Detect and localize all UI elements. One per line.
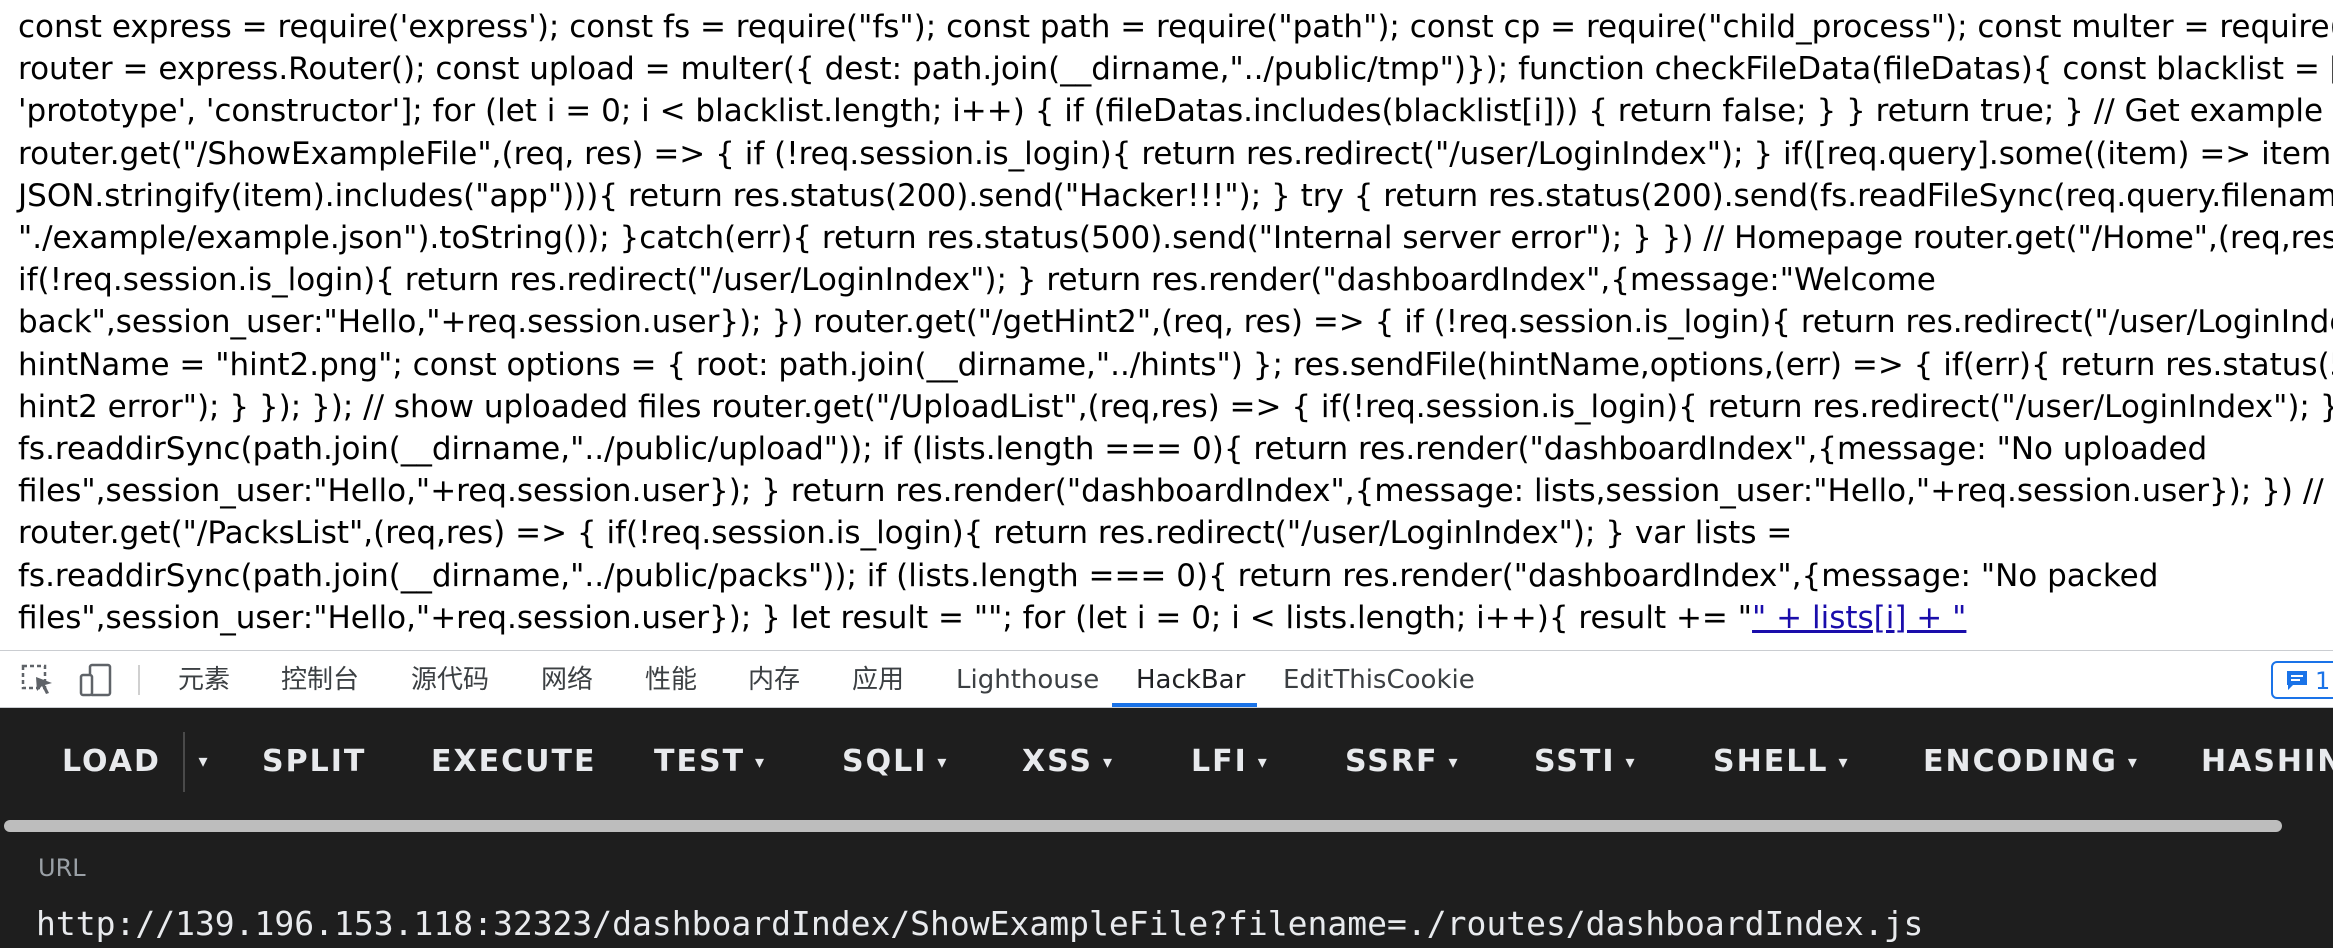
hackbar-panel: LOAD ▾ SPLIT EXECUTE TEST ▾ SQLI ▾ XSS ▾ LF… [0,708,2333,948]
shell-menu-button[interactable]: SHELL ▾ [1713,708,1848,816]
chevron-down-icon: ▾ [2127,752,2137,773]
source-line: router.get("/ShowExampleFile",(req, res)… [18,135,2333,172]
source-line: JSON.stringify(item).includes("app"))){ … [18,177,2333,214]
ssrf-menu-button[interactable]: SSRF ▾ [1345,708,1458,816]
source-line: hint2 error"); } }); }); // show uploade… [18,388,2333,425]
load-dropdown-icon[interactable]: ▾ [186,708,220,816]
chevron-down-icon: ▾ [1448,752,1458,773]
hackbar-toolbar: LOAD ▾ SPLIT EXECUTE TEST ▾ SQLI ▾ XSS ▾ LF… [0,708,2333,816]
source-line: if(!req.session.is_login){ return res.re… [18,262,1936,299]
message-icon [2287,671,2307,690]
execute-button[interactable]: EXECUTE [431,708,596,816]
tab-sources[interactable]: 源代码 [411,651,489,707]
hackbar-scrollbar[interactable] [0,816,2333,834]
chevron-down-icon: ▾ [755,752,765,773]
tab-lighthouse[interactable]: Lighthouse [956,651,1099,707]
source-link[interactable]: " + lists[i] + " [1752,600,1966,636]
source-line: 'prototype', 'constructor']; for (let i … [18,93,2333,130]
tab-console[interactable]: 控制台 [281,651,359,707]
source-line: fs.readdirSync(path.join(__dirname,"../p… [18,431,2208,468]
url-textarea[interactable]: http://139.196.153.118:32323/dashboardIn… [36,902,2326,946]
chevron-down-icon: ▾ [1838,752,1848,773]
source-line: const express = require('express'); cons… [18,9,2333,45]
sqli-menu-button[interactable]: SQLI ▾ [842,708,946,816]
devtools-tabbar: 元素 控制台 源代码 网络 性能 内存 应用 Lighthouse HackBa… [0,650,2333,708]
device-toolbar-icon[interactable] [78,663,114,697]
chevron-down-icon: ▾ [937,752,947,773]
chevron-down-icon: ▾ [1103,752,1113,773]
source-line: back",session_user:"Hello,"+req.session.… [18,304,2333,341]
tab-memory[interactable]: 内存 [748,651,800,707]
lfi-menu-button[interactable]: LFI ▾ [1191,708,1267,816]
page-content: const express = require('express'); cons… [0,0,2333,650]
source-code-text: const express = require('express'); cons… [18,6,2333,639]
split-button[interactable]: SPLIT [262,708,366,816]
url-section: URL http://139.196.153.118:32323/dashboa… [0,834,2333,948]
url-label: URL [38,854,86,882]
issues-badge[interactable]: 1 [2271,661,2333,699]
source-line: hintName = "hint2.png"; const options = … [18,346,2333,383]
source-line: "./example/example.json").toString()); }… [18,220,2333,257]
encoding-menu-button[interactable]: ENCODING ▾ [1923,708,2137,816]
tab-application[interactable]: 应用 [852,651,904,707]
chevron-down-icon: ▾ [1257,752,1267,773]
source-line: router = express.Router(); const upload … [18,51,2333,88]
toolbar-separator [138,665,140,695]
source-line: files",session_user:"Hello,"+req.session… [18,473,2333,510]
source-line: fs.readdirSync(path.join(__dirname,"../p… [18,557,2159,594]
chevron-down-icon: ▾ [1625,752,1635,773]
tab-performance[interactable]: 性能 [645,651,697,707]
tab-editthiscookie[interactable]: EditThisCookie [1283,651,1475,707]
inspect-element-icon[interactable] [20,663,56,697]
tab-hackbar[interactable]: HackBar [1136,651,1245,707]
test-menu-button[interactable]: TEST ▾ [654,708,764,816]
xss-menu-button[interactable]: XSS ▾ [1022,708,1112,816]
source-line-last: files",session_user:"Hello,"+req.session… [18,599,1753,636]
scrollbar-thumb[interactable] [4,820,2282,832]
source-line: router.get("/PacksList",(req,res) => { i… [18,515,1793,552]
load-button[interactable]: LOAD [62,708,161,816]
load-divider [183,732,185,792]
ssti-menu-button[interactable]: SSTI ▾ [1534,708,1635,816]
issues-count: 1 [2315,667,2331,695]
active-tab-indicator [1112,703,1257,707]
tab-network[interactable]: 网络 [541,651,593,707]
hashing-menu-button[interactable]: HASHIN [2201,708,2333,816]
tab-elements[interactable]: 元素 [178,651,230,707]
